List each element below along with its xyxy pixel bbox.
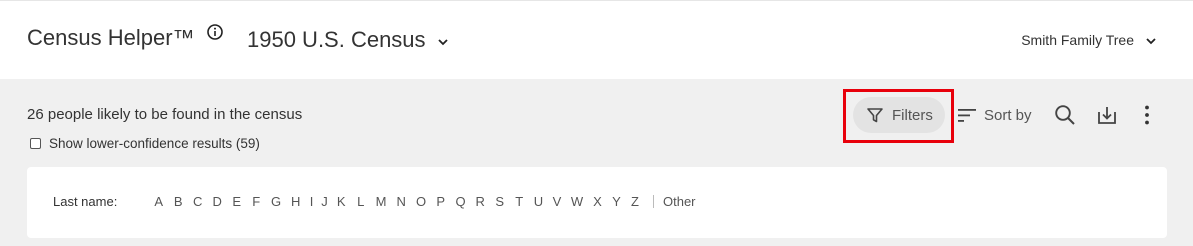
letter-link-o[interactable]: O — [411, 194, 431, 209]
letter-link-f[interactable]: F — [247, 194, 267, 209]
letter-link-p[interactable]: P — [431, 194, 451, 209]
more-vertical-icon[interactable] — [1135, 103, 1159, 127]
letter-link-y[interactable]: Y — [607, 194, 626, 209]
census-select-value: 1950 U.S. Census — [247, 27, 426, 52]
letter-link-a[interactable]: A — [149, 194, 169, 209]
info-icon[interactable] — [207, 24, 223, 40]
tree-select[interactable]: Smith Family Tree — [1021, 31, 1158, 48]
low-confidence-label: Show lower-confidence results (59) — [49, 136, 260, 151]
letter-link-q[interactable]: Q — [451, 194, 471, 209]
letter-link-c[interactable]: C — [188, 194, 208, 209]
alphabet-separator — [653, 195, 654, 208]
letter-link-e[interactable]: E — [227, 194, 247, 209]
letter-link-u[interactable]: U — [529, 194, 548, 209]
letter-link-n[interactable]: N — [392, 194, 412, 209]
tree-select-value: Smith Family Tree — [1021, 31, 1134, 48]
low-confidence-checkbox[interactable] — [30, 138, 41, 149]
letter-link-r[interactable]: R — [471, 194, 491, 209]
letter-link-m[interactable]: M — [371, 194, 392, 209]
app-title: Census Helper™ — [27, 25, 195, 50]
letter-link-s[interactable]: S — [490, 194, 510, 209]
last-name-filter-bar: Last name: A B C D E F G H I J K L M N O P Q R S T U V W X Y Z Oth… — [27, 167, 1167, 238]
letter-link-h[interactable]: H — [286, 194, 306, 209]
letter-link-t[interactable]: T — [510, 194, 530, 209]
letter-link-d[interactable]: D — [208, 194, 228, 209]
last-name-label: Last name: — [53, 194, 118, 209]
low-confidence-toggle[interactable]: Show lower-confidence results (59) — [30, 136, 260, 151]
letter-link-k[interactable]: K — [332, 194, 352, 209]
filters-highlight-box — [843, 89, 954, 143]
chevron-down-icon — [1146, 38, 1156, 45]
letter-link-b[interactable]: B — [169, 194, 189, 209]
letter-link-i[interactable]: I — [306, 194, 318, 209]
letter-link-j[interactable]: J — [318, 194, 332, 209]
download-icon[interactable] — [1095, 103, 1119, 127]
letter-link-z[interactable]: Z — [626, 194, 644, 209]
letter-link-other[interactable]: Other — [663, 194, 696, 209]
letter-link-v[interactable]: V — [548, 194, 566, 209]
header-bar: Census Helper™ 1950 U.S. Census Smith Fa… — [0, 0, 1193, 79]
chevron-down-icon — [437, 39, 448, 46]
sort-icon — [958, 109, 976, 122]
alphabet-list: A B C D E F G H I J K L M N O P Q R S T U V W X Y Z Other — [149, 194, 696, 209]
census-select[interactable]: 1950 U.S. Census — [247, 27, 450, 53]
letter-link-g[interactable]: G — [266, 194, 286, 209]
search-icon[interactable] — [1053, 103, 1077, 127]
sort-button[interactable]: Sort by — [956, 102, 1032, 128]
letter-link-x[interactable]: X — [588, 194, 607, 209]
letter-link-l[interactable]: L — [351, 194, 371, 209]
sort-label: Sort by — [984, 106, 1032, 124]
results-summary: 26 people likely to be found in the cens… — [27, 106, 303, 123]
letter-link-w[interactable]: W — [566, 194, 588, 209]
